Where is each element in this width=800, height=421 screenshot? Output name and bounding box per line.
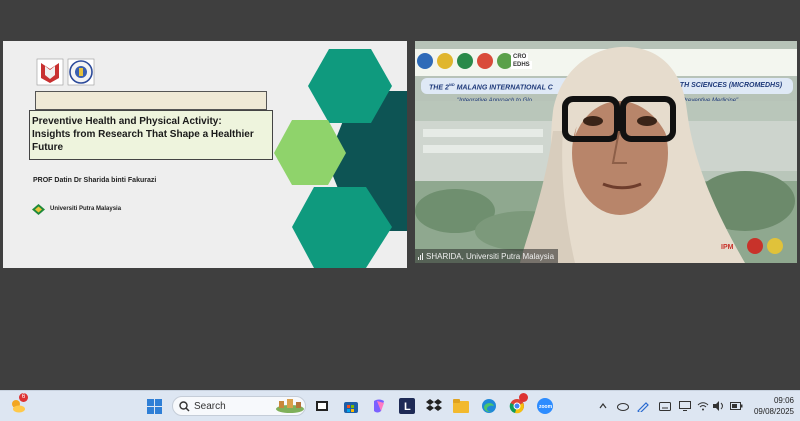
onedrive-icon	[617, 403, 629, 411]
wifi-icon	[697, 402, 709, 411]
task-view-button[interactable]	[312, 396, 332, 416]
onedrive-tray[interactable]	[617, 399, 629, 413]
faculty-logo	[36, 58, 64, 86]
start-button[interactable]	[144, 396, 164, 416]
university-seal-logo	[67, 58, 95, 86]
keyboard-icon	[659, 401, 671, 411]
upm-logo-icon	[32, 204, 45, 215]
search-highlight-icon	[276, 399, 304, 413]
display-tray[interactable]	[678, 399, 692, 413]
weather-widget[interactable]: 6	[8, 393, 28, 416]
edge-icon	[482, 399, 496, 413]
signal-strength-icon	[418, 252, 423, 260]
clock-time: 09:06	[773, 396, 794, 405]
windows-taskbar: 6 Search L zoom 09:06 09/08/2025	[0, 390, 800, 421]
taskbar-clock[interactable]: 09:06 09/08/2025	[752, 395, 794, 417]
battery-icon	[729, 402, 742, 410]
weather-badge: 6	[19, 393, 28, 402]
dropbox-button[interactable]	[424, 396, 444, 416]
slide-decorative-bar	[35, 91, 267, 110]
dropbox-icon	[426, 399, 442, 411]
chrome-button[interactable]	[507, 393, 528, 416]
edge-button[interactable]	[479, 396, 499, 416]
start-icon	[146, 398, 162, 414]
chrome-badge	[519, 393, 528, 402]
file-explorer-icon	[453, 399, 469, 413]
volume-icon	[713, 401, 723, 411]
zoom-icon: zoom	[537, 398, 553, 414]
battery-tray[interactable]	[729, 399, 743, 413]
volume-tray[interactable]	[713, 399, 725, 413]
svg-text:zoom: zoom	[539, 404, 553, 410]
file-explorer-button[interactable]	[451, 396, 471, 416]
participant-video-tile[interactable]: CRO EDHS THE 2ND MALANG INTERNATIONAL C …	[415, 41, 797, 263]
svg-text:L: L	[404, 401, 411, 413]
shared-slide: Preventive Health and Physical Activity:…	[3, 41, 407, 268]
zoom-button[interactable]: zoom	[535, 396, 555, 416]
app-l-button[interactable]: L	[397, 396, 417, 416]
participant-camera-feed: IPM	[520, 46, 783, 263]
slide-author: PROF Datin Dr Sharida binti Fakurazi	[33, 177, 157, 184]
participant-name: SHARIDA, Universiti Putra Malaysia	[426, 251, 555, 261]
slide-title-line: Preventive Health and Physical Activity:	[32, 116, 222, 127]
store-button[interactable]	[341, 396, 361, 416]
slide-title-line: Insights from Research That Shape a Heal…	[32, 129, 254, 140]
pen-tray[interactable]	[637, 399, 651, 413]
slide-university-name: Universiti Putra Malaysia	[50, 206, 122, 212]
taskbar-search-box[interactable]: Search	[172, 396, 306, 416]
pen-icon	[637, 402, 649, 412]
task-view-icon	[316, 401, 328, 411]
chevron-up-icon	[599, 403, 607, 409]
app-l-icon: L	[399, 398, 415, 414]
clock-date: 09/08/2025	[753, 407, 794, 416]
keyboard-tray[interactable]	[658, 399, 672, 413]
copilot-icon	[374, 399, 384, 413]
slide-title: Preventive Health and Physical Activity:…	[32, 115, 272, 154]
participant-name-tag: SHARIDA, Universiti Putra Malaysia	[415, 249, 559, 263]
svg-text:IPM: IPM	[721, 244, 734, 251]
wifi-tray[interactable]	[697, 399, 709, 413]
search-placeholder: Search	[194, 401, 226, 412]
show-hidden-icons-button[interactable]	[598, 399, 608, 413]
copilot-button[interactable]	[369, 396, 389, 416]
display-icon	[679, 401, 691, 411]
search-icon	[179, 401, 190, 412]
slide-title-line: Future	[32, 142, 64, 153]
store-icon	[344, 402, 358, 413]
